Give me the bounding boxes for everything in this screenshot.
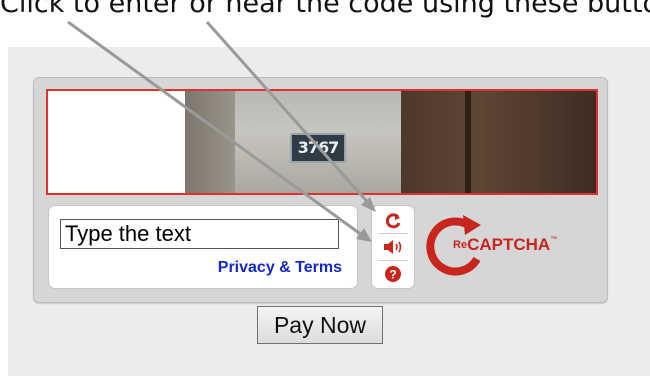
arrow-to-audio xyxy=(67,20,367,240)
pointer-arrows xyxy=(67,20,376,242)
arrow-head-audio xyxy=(356,228,372,242)
arrow-to-reload xyxy=(205,21,373,207)
